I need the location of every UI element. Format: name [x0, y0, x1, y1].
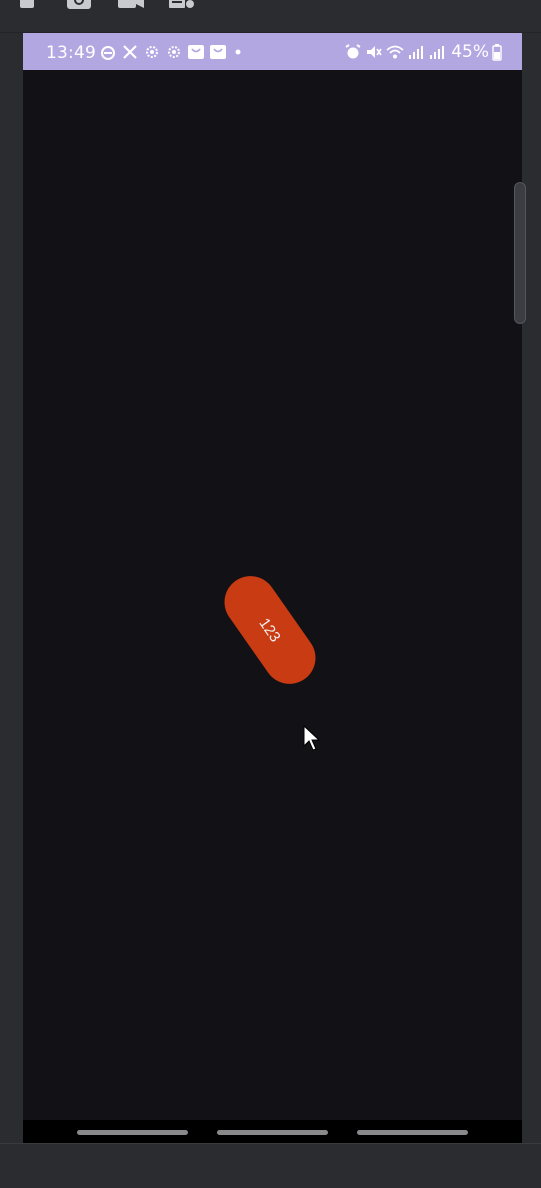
emulator-toolbar [0, 0, 541, 33]
battery-percent: 45% [451, 42, 489, 62]
status-time: 13:49 [46, 43, 96, 63]
dot-icon [231, 43, 245, 61]
status-icons: 45% [344, 42, 502, 62]
app-canvas: 123 [23, 70, 522, 1120]
emulator-left-frame [0, 33, 24, 1143]
screenshot-camera-icon[interactable] [66, 0, 91, 10]
alarm-icon [344, 43, 362, 61]
gear-icon [165, 43, 183, 61]
extended-controls-icon[interactable] [168, 0, 194, 10]
emulator-bottom-frame [0, 1143, 541, 1188]
mute-icon [365, 43, 383, 61]
notification-icons [99, 42, 245, 62]
stop-icon[interactable] [18, 0, 40, 10]
android-head-icon [99, 43, 117, 61]
mouse-pointer-icon [303, 724, 323, 753]
badge-label: 123 [255, 614, 285, 646]
emulator-scrollbar[interactable] [514, 182, 526, 324]
screen-record-icon[interactable] [117, 0, 144, 10]
device-screen: 13:49 45% 123 [23, 33, 522, 1143]
signal-icon [428, 43, 446, 61]
shopping-bag-icon [187, 43, 205, 61]
draggable-badge[interactable]: 123 [214, 565, 326, 695]
status-bar: 13:49 45% [23, 33, 522, 70]
nav-handle[interactable] [357, 1130, 468, 1135]
gesture-nav-bar [23, 1120, 522, 1143]
nav-handle[interactable] [77, 1130, 188, 1135]
battery-icon [492, 43, 502, 61]
wifi-icon [386, 43, 404, 61]
signal-icon [407, 43, 425, 61]
nav-handle[interactable] [217, 1130, 328, 1135]
gear-icon [143, 43, 161, 61]
shopping-bag-icon [209, 43, 227, 61]
x-icon [121, 43, 139, 61]
